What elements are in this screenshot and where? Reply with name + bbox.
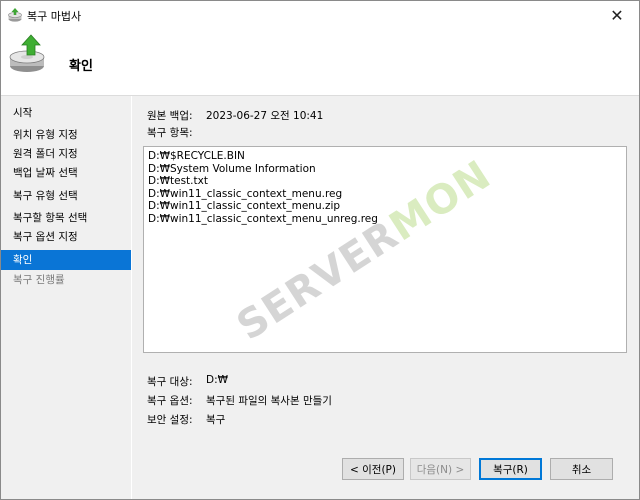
list-item[interactable]: D:₩test.txt [148, 175, 622, 188]
sidebar-item-recovery-type[interactable]: 복구 유형 선택 [1, 186, 131, 206]
recovery-items-list[interactable]: D:₩$RECYCLE.BIN D:₩System Volume Informa… [143, 146, 627, 353]
list-item[interactable]: D:₩System Volume Information [148, 163, 622, 176]
recovery-wizard-window: 복구 마법사 ✕ 확인 시작 위치 유형 지정 원격 폴더 지정 백업 날짜 선… [0, 0, 640, 500]
recovery-options-value: 복구된 파일의 복사본 만들기 [206, 395, 332, 407]
list-item[interactable]: D:₩win11_classic_context_menu_unreg.reg [148, 213, 622, 226]
recover-button[interactable]: 복구(R) [479, 458, 542, 480]
list-item[interactable]: D:₩win11_classic_context_menu.zip [148, 200, 622, 213]
close-icon: ✕ [610, 5, 624, 25]
recovery-target-value: D:₩ [206, 374, 229, 386]
window-title: 복구 마법사 [27, 10, 82, 23]
page-title: 확인 [69, 59, 93, 74]
backup-app-icon [8, 8, 22, 22]
sidebar-item-select-items[interactable]: 복구할 항목 선택 [1, 208, 131, 228]
main-panel: 원본 백업: 2023-06-27 오전 10:41 복구 항목: D:₩$RE… [132, 96, 639, 499]
sidebar-item-confirmation[interactable]: 확인 [1, 250, 131, 270]
recovery-options-label: 복구 옵션: [147, 395, 193, 407]
security-settings-label: 보안 설정: [147, 414, 193, 426]
wizard-steps-sidebar: 시작 위치 유형 지정 원격 폴더 지정 백업 날짜 선택 복구 유형 선택 복… [1, 96, 131, 499]
sidebar-item-remote-folder[interactable]: 원격 폴더 지정 [1, 144, 131, 164]
list-item[interactable]: D:₩$RECYCLE.BIN [148, 150, 622, 163]
recovery-items-label: 복구 항목: [147, 127, 193, 139]
close-button[interactable]: ✕ [595, 1, 639, 29]
cancel-button[interactable]: 취소 [550, 458, 613, 480]
next-button: 다음(N) > [410, 458, 471, 480]
security-settings-value: 복구 [206, 414, 226, 426]
backup-drive-icon [9, 34, 45, 72]
list-item[interactable]: D:₩win11_classic_context_menu.reg [148, 188, 622, 201]
title-bar: 복구 마법사 ✕ [1, 1, 639, 29]
sidebar-item-backup-date[interactable]: 백업 날짜 선택 [1, 163, 131, 183]
sidebar-item-start[interactable]: 시작 [1, 103, 131, 123]
recovery-target-label: 복구 대상: [147, 376, 193, 388]
wizard-header: 확인 [1, 29, 639, 96]
sidebar-item-location-type[interactable]: 위치 유형 지정 [1, 125, 131, 145]
sidebar-item-recovery-options[interactable]: 복구 옵션 지정 [1, 227, 131, 247]
sidebar-item-recovery-progress: 복구 진행률 [13, 274, 65, 286]
back-button[interactable]: < 이전(P) [342, 458, 404, 480]
source-backup-value: 2023-06-27 오전 10:41 [206, 110, 324, 122]
source-backup-label: 원본 백업: [147, 110, 193, 122]
